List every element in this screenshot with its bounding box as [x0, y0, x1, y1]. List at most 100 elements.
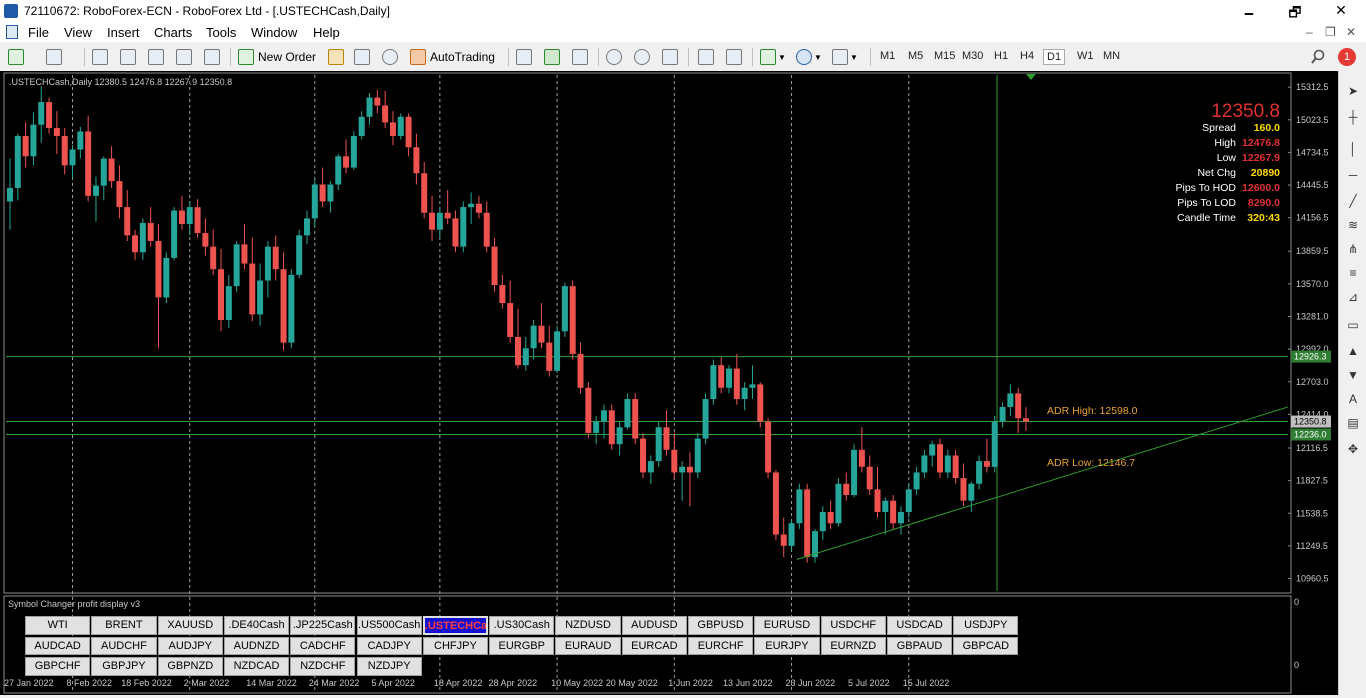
arrow-down-tool-icon[interactable]: ▼	[1345, 367, 1361, 383]
zoom-out-button[interactable]	[634, 47, 650, 67]
close-button[interactable]: ✕	[1326, 2, 1356, 19]
candle-body	[241, 244, 248, 264]
symbol-button[interactable]: USDCAD	[886, 616, 953, 635]
horizontal-line-tool-icon[interactable]: ─	[1345, 167, 1361, 183]
symbol-button[interactable]: AUDCHF	[91, 636, 157, 655]
tile-windows-button[interactable]	[662, 47, 678, 67]
symbol-button[interactable]: USDJPY	[953, 616, 1019, 635]
timeframe-h1[interactable]: H1	[991, 49, 1011, 63]
symbol-button[interactable]: BRENT	[91, 616, 157, 635]
new-chart-button[interactable]	[8, 47, 24, 67]
symbol-button[interactable]: EURGBP	[489, 636, 555, 655]
symbol-button[interactable]: NZDUSD	[555, 616, 621, 635]
menu-help[interactable]: Help	[313, 25, 340, 40]
symbol-button[interactable]: USDCHF	[820, 616, 886, 635]
candlestick-button[interactable]	[544, 47, 560, 67]
shapes-tool-icon[interactable]: ▭	[1345, 317, 1361, 333]
search-button[interactable]	[1310, 47, 1326, 67]
timeframe-d1[interactable]: D1	[1043, 49, 1066, 65]
menu-window[interactable]: Window	[251, 25, 297, 40]
symbol-button[interactable]: GBPCAD	[953, 636, 1019, 655]
market-watch-button[interactable]	[92, 47, 108, 67]
symbol-button[interactable]: NZDCAD	[223, 657, 290, 676]
gann-tool-icon[interactable]: ⊿	[1345, 289, 1361, 305]
symbol-button[interactable]: EURJPY	[754, 636, 820, 655]
symbol-button[interactable]: NZDCHF	[290, 657, 356, 676]
symbol-button[interactable]: CADJPY	[356, 636, 422, 655]
timeframe-m5[interactable]: M5	[905, 49, 926, 63]
symbol-button[interactable]: CHFJPY	[422, 636, 489, 655]
symbol-button[interactable]: .USTECHCash	[422, 616, 489, 635]
symbol-button[interactable]: GBPAUD	[886, 636, 953, 655]
crosshair-tool-icon[interactable]: ┼	[1345, 109, 1361, 125]
auto-scroll-button[interactable]	[698, 47, 714, 67]
symbol-button[interactable]: .US30Cash	[489, 616, 555, 635]
timeframe-m30[interactable]: M30	[959, 49, 986, 63]
vertical-line-tool-icon[interactable]: │	[1345, 141, 1361, 157]
chart-shift-marker[interactable]	[1026, 74, 1036, 80]
symbol-button[interactable]: GBPNZD	[157, 657, 223, 676]
symbol-button[interactable]: AUDCAD	[25, 636, 91, 655]
line-chart-button[interactable]	[572, 47, 588, 67]
symbol-button[interactable]: EURUSD	[754, 616, 820, 635]
symbol-button[interactable]: .DE40Cash	[223, 616, 290, 635]
label-tool-icon[interactable]: ▤	[1345, 415, 1361, 431]
arrow-up-tool-icon[interactable]: ▲	[1345, 343, 1361, 359]
channel-tool-icon[interactable]: ≋	[1345, 217, 1361, 233]
timeframe-m15[interactable]: M15	[931, 49, 958, 63]
trendline-tool-icon[interactable]: ╱	[1345, 193, 1361, 209]
mdi-restore-button[interactable]: ❐	[1325, 25, 1336, 39]
text-tool-icon[interactable]: A	[1345, 391, 1361, 407]
cursor-tool-icon[interactable]: ➤	[1345, 83, 1361, 99]
symbol-button[interactable]: WTI	[25, 616, 91, 635]
mdi-minimize-button[interactable]: –	[1306, 25, 1313, 39]
symbol-button[interactable]: AUDNZD	[223, 636, 290, 655]
more-tools-icon[interactable]: ✥	[1345, 441, 1361, 457]
fibonacci-tool-icon[interactable]: ≡	[1345, 265, 1361, 281]
symbol-button[interactable]: .JP225Cash	[290, 616, 356, 635]
chart-shift-button[interactable]	[726, 47, 742, 67]
autotrading-button[interactable]: AutoTrading	[410, 47, 495, 67]
symbol-button[interactable]: NZDJPY	[356, 657, 422, 676]
menu-view[interactable]: View	[64, 25, 92, 40]
menu-file[interactable]: File	[28, 25, 49, 40]
zoom-in-button[interactable]	[606, 47, 622, 67]
timeframe-h4[interactable]: H4	[1017, 49, 1037, 63]
symbol-button[interactable]: EURCAD	[621, 636, 687, 655]
symbol-button[interactable]: EURCHF	[688, 636, 754, 655]
symbol-button[interactable]: EURNZD	[820, 636, 886, 655]
new-order-button[interactable]: New Order	[238, 47, 316, 67]
menu-tools[interactable]: Tools	[206, 25, 236, 40]
data-window-button[interactable]	[120, 47, 136, 67]
indicators-button[interactable]: ▼	[760, 47, 786, 67]
symbol-button[interactable]: .US500Cash	[356, 616, 422, 635]
tester-button[interactable]	[204, 47, 220, 67]
timeframe-mn[interactable]: MN	[1100, 49, 1123, 63]
profiles-button[interactable]	[46, 47, 62, 67]
notifications-button[interactable]: 1	[1338, 47, 1356, 67]
metaeditor-button[interactable]	[328, 47, 344, 67]
symbol-button[interactable]: GBPCHF	[25, 657, 91, 676]
symbol-button[interactable]: AUDUSD	[621, 616, 687, 635]
templates-button[interactable]: ▼	[832, 47, 858, 67]
terminal-button[interactable]	[176, 47, 192, 67]
menu-insert[interactable]: Insert	[107, 25, 140, 40]
mdi-close-button[interactable]: ✕	[1346, 25, 1356, 39]
navigator-button[interactable]	[148, 47, 164, 67]
symbol-button[interactable]: GBPUSD	[688, 616, 754, 635]
timeframe-m1[interactable]: M1	[877, 49, 898, 63]
community-button[interactable]	[354, 47, 370, 67]
pitchfork-tool-icon[interactable]: ⋔	[1345, 241, 1361, 257]
bar-chart-button[interactable]	[516, 47, 532, 67]
timeframe-w1[interactable]: W1	[1074, 49, 1097, 63]
symbol-button[interactable]: AUDJPY	[157, 636, 223, 655]
chart-window[interactable]: 15312.5 15023.5 14734.5 14445.5 14156.5 13859…	[0, 71, 1338, 695]
symbol-button[interactable]: XAUUSD	[157, 616, 223, 635]
symbol-button[interactable]: GBPJPY	[91, 657, 157, 676]
signals-button[interactable]	[382, 47, 398, 67]
symbol-button[interactable]: EURAUD	[555, 636, 621, 655]
menu-charts[interactable]: Charts	[154, 25, 192, 40]
periods-button[interactable]: ▼	[796, 47, 822, 67]
price-chart[interactable]: 15312.5 15023.5 14734.5 14445.5 14156.5 13859…	[0, 71, 1338, 695]
symbol-button[interactable]: CADCHF	[290, 636, 356, 655]
